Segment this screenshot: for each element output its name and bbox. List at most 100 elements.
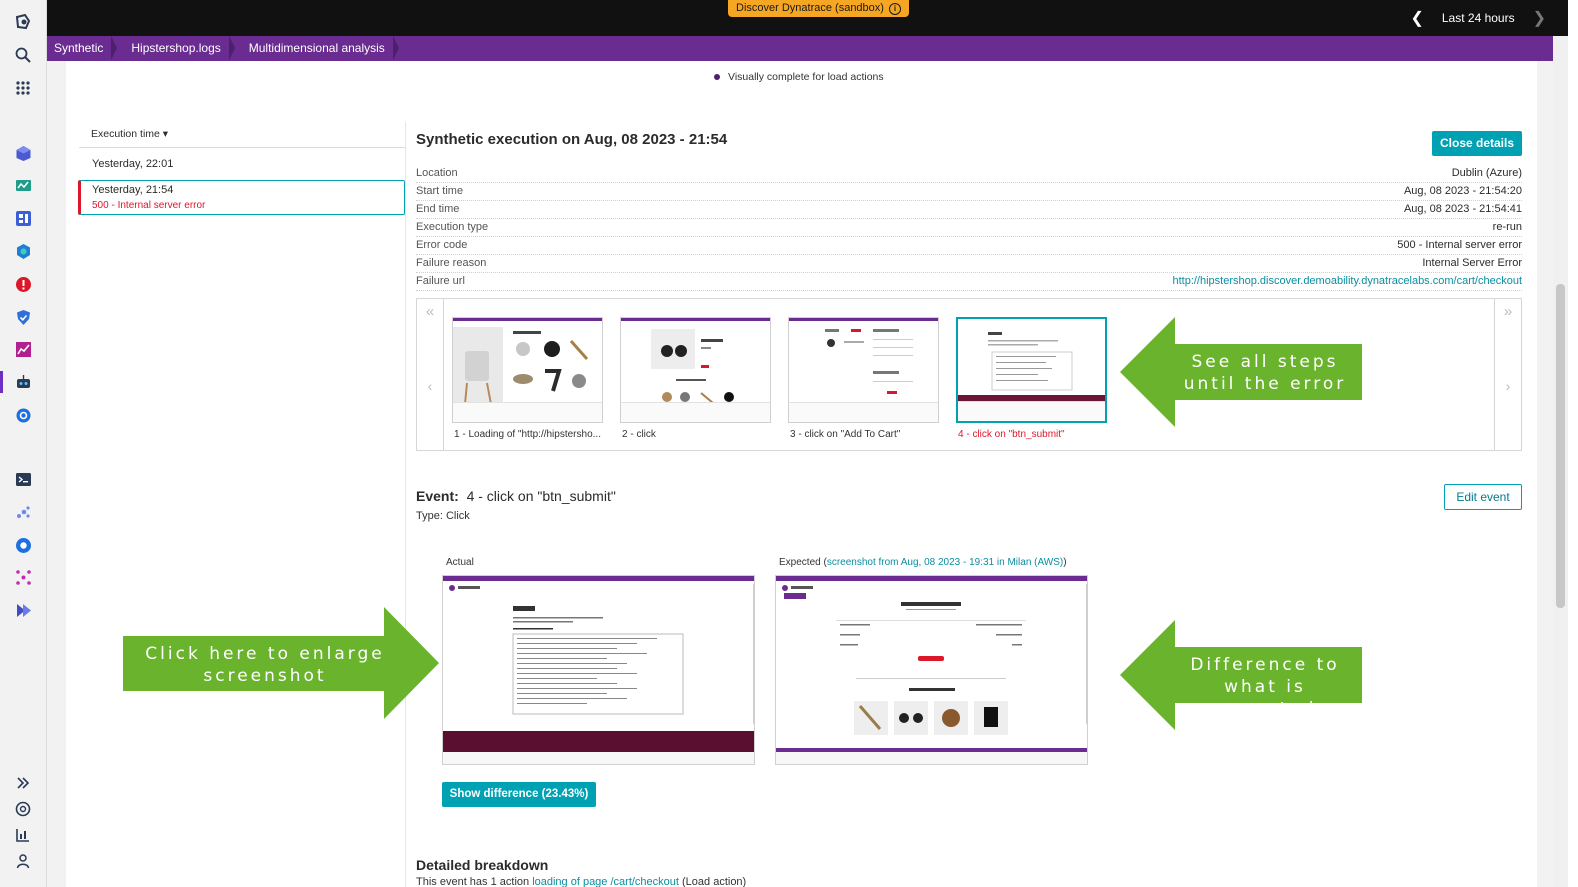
detail-label: End time bbox=[416, 203, 460, 215]
callout-line: what is expected bbox=[1213, 677, 1317, 719]
detail-value: Aug, 08 2023 - 21:54:41 bbox=[1403, 203, 1522, 215]
chart-legend: Visually complete for load actions bbox=[714, 71, 884, 83]
detail-value: Internal Server Error bbox=[1422, 257, 1522, 269]
left-nav-rail bbox=[0, 0, 47, 887]
screenshot-frame bbox=[443, 576, 754, 752]
actual-label: Actual bbox=[446, 557, 474, 568]
page-gutter-left bbox=[47, 61, 66, 887]
expand-icon[interactable] bbox=[13, 773, 33, 793]
cloud-icon[interactable] bbox=[13, 535, 33, 555]
help-icon[interactable] bbox=[13, 799, 33, 819]
sandbox-banner-label: Discover Dynatrace (sandbox) bbox=[736, 2, 884, 14]
step-thumbnail-2[interactable] bbox=[620, 317, 771, 423]
step-thumbnail-4[interactable] bbox=[956, 317, 1107, 423]
detail-row-location: Location Dublin (Azure) bbox=[416, 165, 1522, 183]
detail-value: Aug, 08 2023 - 21:54:20 bbox=[1403, 185, 1522, 197]
detailed-breakdown-heading: Detailed breakdown bbox=[416, 857, 549, 873]
settings-cog-icon[interactable] bbox=[13, 405, 33, 425]
chevron-right-icon[interactable]: ❯ bbox=[1533, 8, 1546, 28]
search-icon[interactable] bbox=[13, 45, 33, 65]
dynatrace-logo-icon[interactable] bbox=[13, 12, 33, 32]
top-bar: Discover Dynatrace (sandbox) i ❮ Last 24… bbox=[47, 0, 1578, 36]
show-difference-button[interactable]: Show difference (23.43%) bbox=[442, 782, 596, 807]
callout-text: Click here to enlarge screenshot bbox=[127, 643, 403, 687]
detail-value: re-run bbox=[1492, 221, 1522, 233]
detailed-breakdown-text: This event has 1 action loading of page … bbox=[416, 876, 746, 887]
callout-line: Difference to bbox=[1190, 655, 1340, 675]
user-icon[interactable] bbox=[13, 851, 33, 871]
alert-icon[interactable] bbox=[13, 274, 33, 294]
breadcrumb-hipstershop-logs[interactable]: Hipstershop.logs bbox=[117, 36, 236, 61]
step-caption-1: 1 - Loading of "http://hipstersho... bbox=[454, 429, 601, 440]
breadcrumb-multidimensional-analysis[interactable]: Multidimensional analysis bbox=[235, 36, 399, 61]
network-icon[interactable] bbox=[13, 567, 33, 587]
screenshot-frame bbox=[776, 576, 1087, 752]
event-type: Type: Click bbox=[416, 510, 470, 522]
analysis-icon[interactable] bbox=[13, 502, 33, 522]
cube-icon[interactable] bbox=[13, 143, 33, 163]
breakdown-action-link[interactable]: loading of page /cart/checkout bbox=[532, 876, 679, 887]
thumb-footer bbox=[621, 402, 770, 422]
execution-item-time: Yesterday, 21:54 bbox=[92, 184, 174, 196]
step-thumbnail-3[interactable] bbox=[788, 317, 939, 423]
callout-line: until the error bbox=[1183, 374, 1347, 394]
apps-grid-icon[interactable] bbox=[13, 78, 33, 98]
dashboard-icon[interactable] bbox=[13, 208, 33, 228]
active-indicator bbox=[0, 371, 3, 393]
callout-text: See all steps until the error bbox=[1170, 351, 1360, 395]
edit-event-button[interactable]: Edit event bbox=[1444, 484, 1522, 510]
scrollbar-thumb[interactable] bbox=[1556, 284, 1565, 608]
report-icon[interactable] bbox=[13, 825, 33, 845]
monitor-icon[interactable] bbox=[13, 176, 33, 196]
detail-label: Location bbox=[416, 167, 458, 179]
detail-value: 500 - Internal server error bbox=[1397, 239, 1522, 251]
step-thumbnail-1[interactable] bbox=[452, 317, 603, 423]
execution-item-1[interactable]: Yesterday, 22:01 bbox=[92, 158, 173, 170]
breakdown-suffix: (Load action) bbox=[678, 876, 747, 887]
callout-text: Difference to what is expected bbox=[1170, 654, 1360, 720]
step-caption-3: 3 - click on "Add To Cart" bbox=[790, 429, 901, 440]
thumb-image bbox=[453, 321, 602, 405]
kubernetes-icon[interactable] bbox=[13, 241, 33, 261]
timeframe-selector: ❮ Last 24 hours ❯ bbox=[1410, 8, 1546, 28]
callout-line: screenshot bbox=[203, 666, 327, 686]
chevron-right-icon[interactable]: › bbox=[1495, 378, 1521, 394]
close-details-button[interactable]: Close details bbox=[1432, 131, 1522, 156]
double-chevron-right-icon[interactable]: » bbox=[1495, 303, 1521, 320]
sandbox-banner[interactable]: Discover Dynatrace (sandbox) i bbox=[728, 0, 909, 17]
expected-prefix: Expected ( bbox=[779, 557, 827, 568]
breadcrumb-synthetic[interactable]: Synthetic bbox=[47, 36, 118, 61]
event-name: 4 - click on "btn_submit" bbox=[466, 488, 616, 504]
shield-icon[interactable] bbox=[13, 307, 33, 327]
deploy-icon[interactable] bbox=[13, 600, 33, 620]
failure-url-link[interactable]: http://hipstershop.discover.demoability.… bbox=[1172, 275, 1522, 287]
expected-suffix: ) bbox=[1063, 557, 1067, 568]
thumb-image bbox=[958, 322, 1105, 405]
strip-nav-left[interactable]: « ‹ bbox=[417, 299, 444, 450]
double-chevron-left-icon[interactable]: « bbox=[417, 303, 443, 320]
chevron-left-icon[interactable]: ❮ bbox=[1410, 8, 1423, 28]
terminal-icon[interactable] bbox=[13, 469, 33, 489]
execution-title: Synthetic execution on Aug, 08 2023 - 21… bbox=[416, 131, 728, 148]
detail-row-failure-url: Failure url http://hipstershop.discover.d… bbox=[416, 273, 1522, 291]
execution-time-sort[interactable]: Execution time ▾ bbox=[91, 128, 168, 140]
synthetic-robot-icon[interactable] bbox=[13, 372, 33, 392]
detail-label: Start time bbox=[416, 185, 464, 197]
window-edge bbox=[1568, 0, 1578, 887]
expected-screenshot-link[interactable]: screenshot from Aug, 08 2023 - 19:31 in … bbox=[827, 557, 1063, 568]
page-scrollbar[interactable] bbox=[1553, 36, 1568, 887]
execution-item-selected[interactable]: Yesterday, 21:54 500 - Internal server e… bbox=[78, 180, 405, 215]
strip-nav-right[interactable]: » › bbox=[1494, 299, 1521, 450]
timeframe-label[interactable]: Last 24 hours bbox=[1442, 11, 1515, 25]
chart-icon[interactable] bbox=[13, 339, 33, 359]
detail-row-error-code: Error code 500 - Internal server error bbox=[416, 237, 1522, 255]
execution-item-status: 500 - Internal server error bbox=[92, 200, 206, 211]
detail-label: Execution type bbox=[416, 221, 489, 233]
event-heading: Event: 4 - click on "btn_submit" bbox=[416, 488, 616, 504]
detail-row-start-time: Start time Aug, 08 2023 - 21:54:20 bbox=[416, 183, 1522, 201]
step-caption-2: 2 - click bbox=[622, 429, 656, 440]
expected-screenshot[interactable] bbox=[775, 575, 1088, 765]
actual-screenshot[interactable] bbox=[442, 575, 755, 765]
chevron-left-icon[interactable]: ‹ bbox=[417, 378, 443, 394]
detail-label: Error code bbox=[416, 239, 468, 251]
